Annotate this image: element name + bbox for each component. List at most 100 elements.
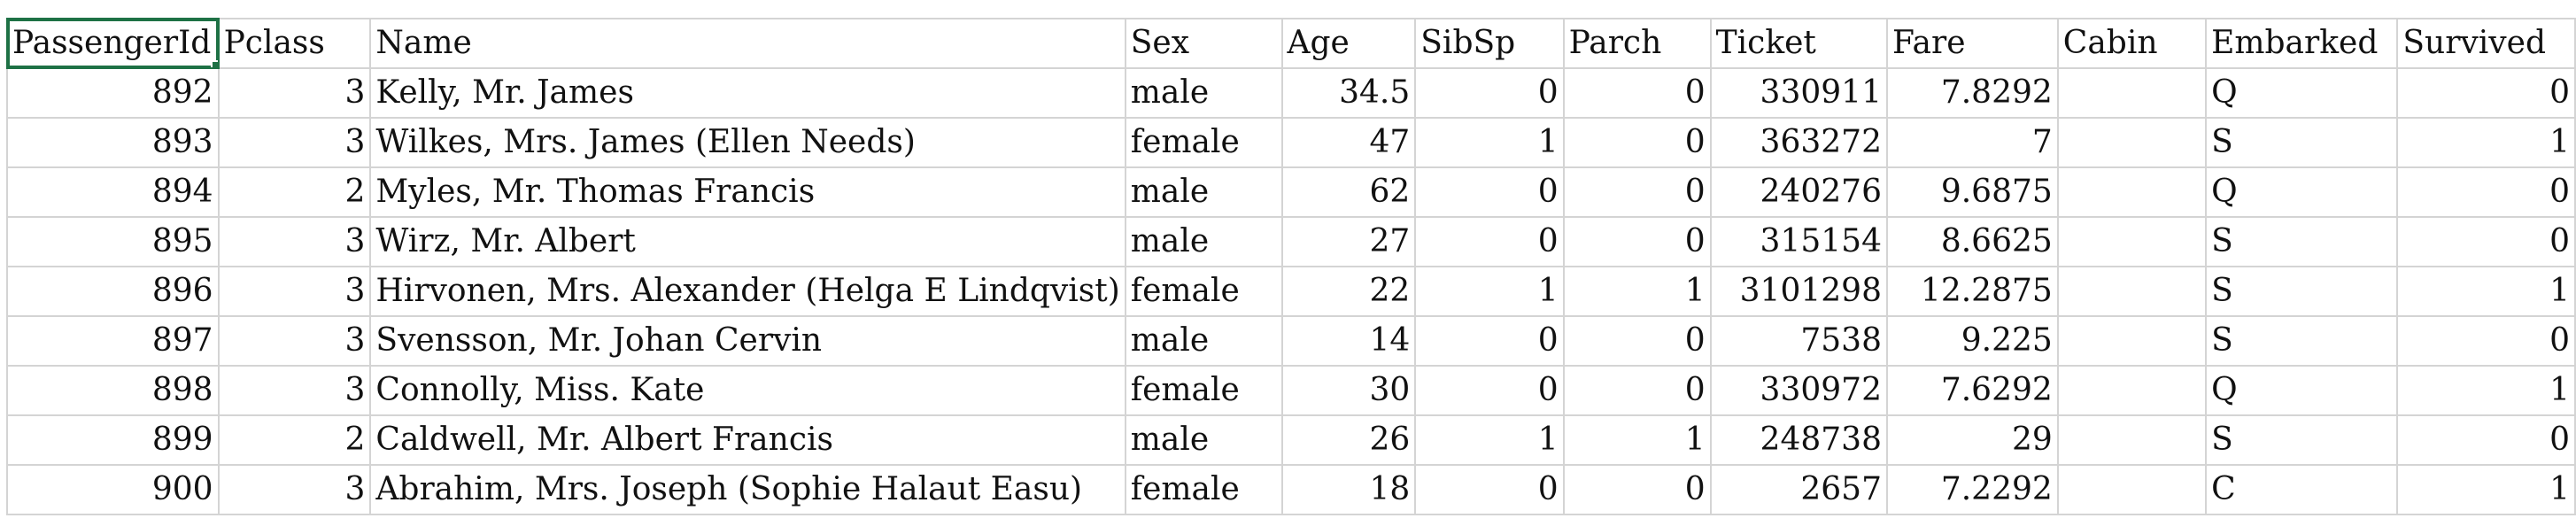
cell-name[interactable]: Myles, Mr. Thomas Francis — [369, 166, 1126, 218]
cell-sibsp[interactable]: 1 — [1414, 266, 1565, 317]
cell-parch[interactable]: 0 — [1562, 117, 1712, 168]
cell-fare[interactable]: 7 — [1885, 117, 2059, 168]
cell-cabin[interactable] — [2056, 166, 2208, 218]
cell-age[interactable]: 62 — [1280, 166, 1417, 218]
cell-sex[interactable]: male — [1124, 216, 1283, 267]
cell-sibsp[interactable]: 0 — [1414, 365, 1565, 416]
cell-cabin[interactable] — [2056, 414, 2208, 466]
cell-parch[interactable]: 0 — [1562, 67, 1712, 119]
cell-pclass[interactable]: 3 — [217, 266, 372, 317]
cell-cabin[interactable] — [2056, 315, 2208, 367]
cell-ticket[interactable]: 2657 — [1709, 464, 1888, 515]
cell-pclass[interactable]: 2 — [217, 414, 372, 466]
cell-sex[interactable]: male — [1124, 166, 1283, 218]
cell-pclass[interactable]: 3 — [217, 117, 372, 168]
cell-fare[interactable]: 8.6625 — [1885, 216, 2059, 267]
column-header-age[interactable]: Age — [1280, 18, 1417, 69]
cell-ticket[interactable]: 315154 — [1709, 216, 1888, 267]
cell-age[interactable]: 30 — [1280, 365, 1417, 416]
cell-sex[interactable]: male — [1124, 67, 1283, 119]
cell-embarked[interactable]: S — [2205, 414, 2399, 466]
cell-sibsp[interactable]: 0 — [1414, 315, 1565, 367]
cell-passengerid[interactable]: 896 — [6, 266, 220, 317]
cell-sibsp[interactable]: 0 — [1414, 464, 1565, 515]
cell-survived[interactable]: 0 — [2396, 216, 2576, 267]
cell-parch[interactable]: 0 — [1562, 315, 1712, 367]
cell-age[interactable]: 26 — [1280, 414, 1417, 466]
cell-sibsp[interactable]: 0 — [1414, 216, 1565, 267]
cell-sibsp[interactable]: 0 — [1414, 67, 1565, 119]
cell-age[interactable]: 22 — [1280, 266, 1417, 317]
cell-passengerid[interactable]: 898 — [6, 365, 220, 416]
column-header-sex[interactable]: Sex — [1124, 18, 1283, 69]
fill-handle[interactable] — [210, 60, 217, 66]
cell-sibsp[interactable]: 1 — [1414, 117, 1565, 168]
cell-cabin[interactable] — [2056, 365, 2208, 416]
cell-ticket[interactable]: 248738 — [1709, 414, 1888, 466]
cell-sex[interactable]: male — [1124, 315, 1283, 367]
column-header-name[interactable]: Name — [369, 18, 1126, 69]
cell-embarked[interactable]: S — [2205, 117, 2399, 168]
cell-pclass[interactable]: 3 — [217, 365, 372, 416]
cell-cabin[interactable] — [2056, 117, 2208, 168]
cell-survived[interactable]: 1 — [2396, 365, 2576, 416]
cell-passengerid[interactable]: 900 — [6, 464, 220, 515]
cell-ticket[interactable]: 7538 — [1709, 315, 1888, 367]
cell-survived[interactable]: 0 — [2396, 315, 2576, 367]
cell-sex[interactable]: female — [1124, 117, 1283, 168]
cell-age[interactable]: 47 — [1280, 117, 1417, 168]
cell-ticket[interactable]: 240276 — [1709, 166, 1888, 218]
cell-embarked[interactable]: S — [2205, 266, 2399, 317]
cell-name[interactable]: Hirvonen, Mrs. Alexander (Helga E Lindqv… — [369, 266, 1126, 317]
cell-age[interactable]: 18 — [1280, 464, 1417, 515]
column-header-sibsp[interactable]: SibSp — [1414, 18, 1565, 69]
cell-cabin[interactable] — [2056, 67, 2208, 119]
cell-cabin[interactable] — [2056, 216, 2208, 267]
cell-parch[interactable]: 0 — [1562, 166, 1712, 218]
cell-parch[interactable]: 0 — [1562, 216, 1712, 267]
column-header-survived[interactable]: Survived — [2396, 18, 2576, 69]
column-header-embarked[interactable]: Embarked — [2205, 18, 2399, 69]
cell-age[interactable]: 14 — [1280, 315, 1417, 367]
cell-fare[interactable]: 7.2292 — [1885, 464, 2059, 515]
cell-ticket[interactable]: 363272 — [1709, 117, 1888, 168]
column-header-fare[interactable]: Fare — [1885, 18, 2059, 69]
cell-name[interactable]: Caldwell, Mr. Albert Francis — [369, 414, 1126, 466]
column-header-ticket[interactable]: Ticket — [1709, 18, 1888, 69]
cell-name[interactable]: Wirz, Mr. Albert — [369, 216, 1126, 267]
cell-sex[interactable]: female — [1124, 464, 1283, 515]
cell-fare[interactable]: 29 — [1885, 414, 2059, 466]
cell-name[interactable]: Svensson, Mr. Johan Cervin — [369, 315, 1126, 367]
cell-embarked[interactable]: Q — [2205, 166, 2399, 218]
cell-passengerid[interactable]: 899 — [6, 414, 220, 466]
cell-survived[interactable]: 1 — [2396, 266, 2576, 317]
cell-pclass[interactable]: 3 — [217, 315, 372, 367]
cell-fare[interactable]: 7.6292 — [1885, 365, 2059, 416]
cell-sibsp[interactable]: 0 — [1414, 166, 1565, 218]
cell-pclass[interactable]: 2 — [217, 166, 372, 218]
cell-age[interactable]: 27 — [1280, 216, 1417, 267]
cell-survived[interactable]: 1 — [2396, 464, 2576, 515]
cell-pclass[interactable]: 3 — [217, 464, 372, 515]
cell-ticket[interactable]: 3101298 — [1709, 266, 1888, 317]
cell-parch[interactable]: 1 — [1562, 414, 1712, 466]
cell-parch[interactable]: 1 — [1562, 266, 1712, 317]
cell-ticket[interactable]: 330911 — [1709, 67, 1888, 119]
cell-survived[interactable]: 1 — [2396, 117, 2576, 168]
cell-passengerid[interactable]: 892 — [6, 67, 220, 119]
cell-sex[interactable]: female — [1124, 365, 1283, 416]
cell-name[interactable]: Wilkes, Mrs. James (Ellen Needs) — [369, 117, 1126, 168]
cell-survived[interactable]: 0 — [2396, 67, 2576, 119]
cell-name[interactable]: Kelly, Mr. James — [369, 67, 1126, 119]
cell-name[interactable]: Connolly, Miss. Kate — [369, 365, 1126, 416]
cell-parch[interactable]: 0 — [1562, 365, 1712, 416]
cell-survived[interactable]: 0 — [2396, 166, 2576, 218]
cell-fare[interactable]: 12.2875 — [1885, 266, 2059, 317]
cell-passengerid[interactable]: 893 — [6, 117, 220, 168]
cell-pclass[interactable]: 3 — [217, 67, 372, 119]
cell-ticket[interactable]: 330972 — [1709, 365, 1888, 416]
cell-cabin[interactable] — [2056, 464, 2208, 515]
cell-cabin[interactable] — [2056, 266, 2208, 317]
column-header-cabin[interactable]: Cabin — [2056, 18, 2208, 69]
cell-fare[interactable]: 9.225 — [1885, 315, 2059, 367]
